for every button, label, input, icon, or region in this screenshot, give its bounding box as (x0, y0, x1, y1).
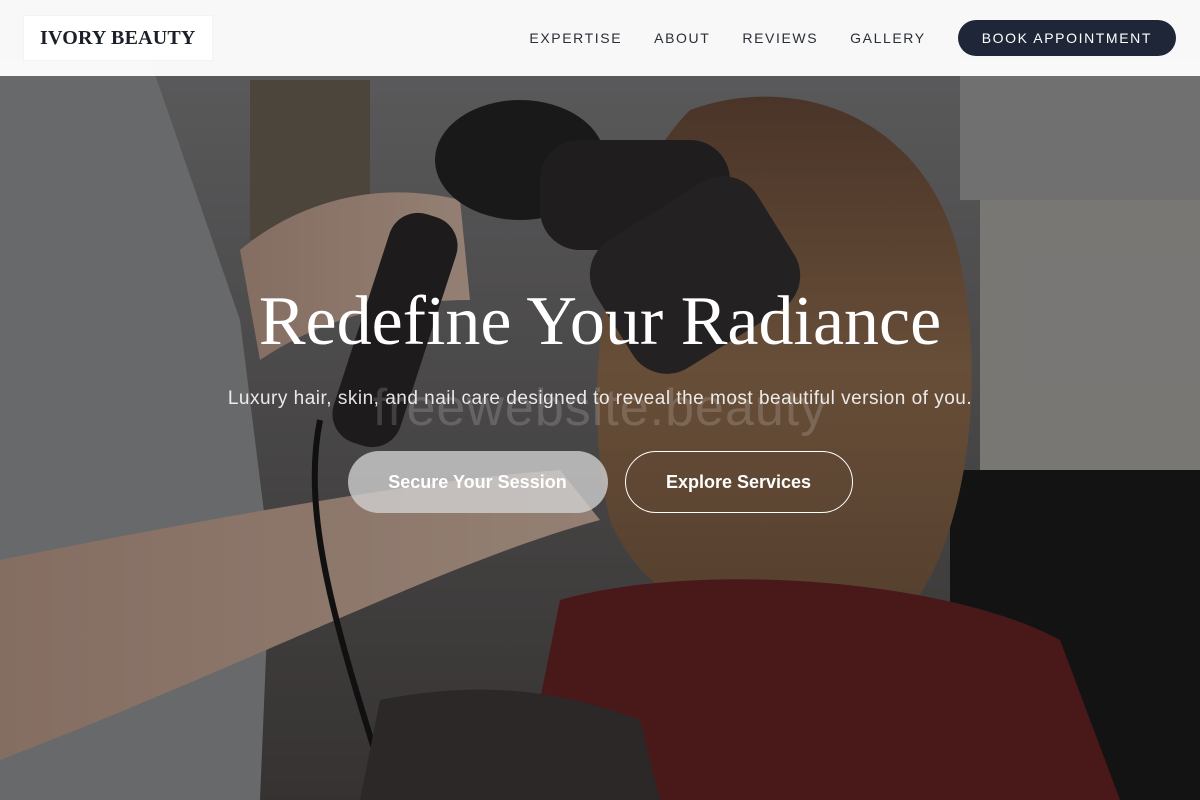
hero-content: Redefine Your Radiance Luxury hair, skin… (0, 280, 1200, 410)
explore-services-button[interactable]: Explore Services (624, 451, 853, 513)
main-nav: EXPERTISE ABOUT REVIEWS GALLERY BOOK APP… (529, 20, 1176, 56)
nav-link-reviews[interactable]: REVIEWS (742, 30, 818, 46)
brand-logo[interactable]: IVORY BEAUTY (24, 16, 212, 60)
nav-link-expertise[interactable]: EXPERTISE (529, 30, 622, 46)
nav-link-about[interactable]: ABOUT (654, 30, 710, 46)
site-header: IVORY BEAUTY EXPERTISE ABOUT REVIEWS GAL… (0, 0, 1200, 76)
hero-cta-row: Secure Your Session Explore Services (0, 451, 1200, 513)
hero-subline: Luxury hair, skin, and nail care designe… (227, 388, 973, 409)
nav-link-gallery[interactable]: GALLERY (850, 30, 926, 46)
brand-logo-text: IVORY BEAUTY (40, 26, 196, 49)
book-appointment-button[interactable]: BOOK APPOINTMENT (957, 20, 1176, 56)
hero-headline: Redefine Your Radiance (258, 283, 942, 360)
secure-session-button[interactable]: Secure Your Session (347, 451, 608, 513)
